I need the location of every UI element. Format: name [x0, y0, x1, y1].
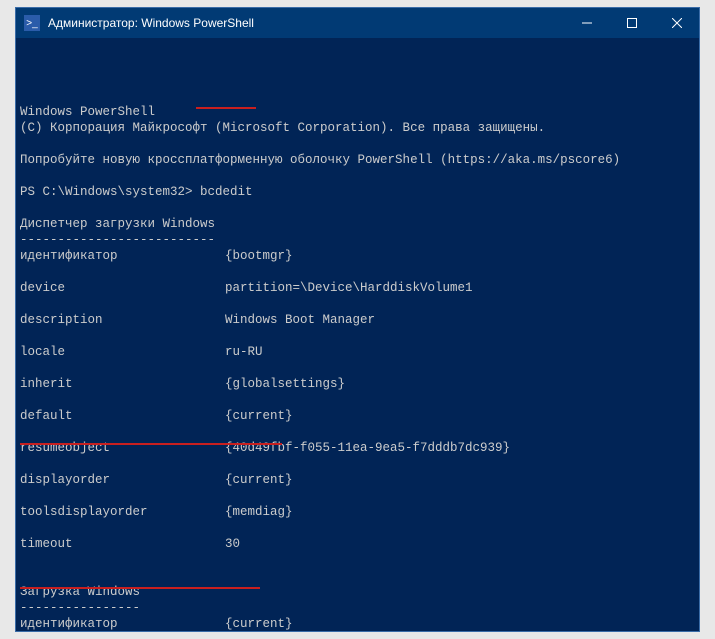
table-row: inherit{globalsettings} [20, 376, 695, 392]
table-row: descriptionWindows Boot Manager [20, 312, 695, 328]
table-row: localeru-RU [20, 344, 695, 360]
section1-divider: -------------------------- [20, 233, 215, 247]
prompt-1: PS C:\Windows\system32> bcdedit [20, 185, 253, 199]
highlight-recoveryenabled [20, 587, 260, 589]
minimize-button[interactable] [564, 8, 609, 38]
table-row: devicepartition=\Device\HarddiskVolume1 [20, 280, 695, 296]
section2-divider: ---------------- [20, 601, 140, 615]
terminal-output[interactable]: Windows PowerShell (C) Корпорация Майкро… [16, 38, 699, 631]
highlight-identifier-current [20, 443, 282, 445]
table-row: default{current} [20, 408, 695, 424]
table-row: идентификатор{bootmgr} [20, 248, 695, 264]
powershell-icon: >_ [24, 15, 40, 31]
highlight-bcdedit [196, 107, 256, 109]
header-line-2: (C) Корпорация Майкрософт (Microsoft Cor… [20, 121, 545, 135]
table-row: timeout30 [20, 536, 695, 552]
window-title: Администратор: Windows PowerShell [48, 16, 564, 30]
close-button[interactable] [654, 8, 699, 38]
maximize-button[interactable] [609, 8, 654, 38]
table-row: toolsdisplayorder{memdiag} [20, 504, 695, 520]
header-line-3: Попробуйте новую кроссплатформенную обол… [20, 153, 620, 167]
table-row: displayorder{current} [20, 472, 695, 488]
powershell-window: >_ Администратор: Windows PowerShell Win… [15, 7, 700, 632]
table-row: идентификатор{current} [20, 616, 695, 631]
window-controls [564, 8, 699, 38]
header-line-1: Windows PowerShell [20, 105, 155, 119]
section1-title: Диспетчер загрузки Windows [20, 217, 215, 231]
titlebar[interactable]: >_ Администратор: Windows PowerShell [16, 8, 699, 38]
